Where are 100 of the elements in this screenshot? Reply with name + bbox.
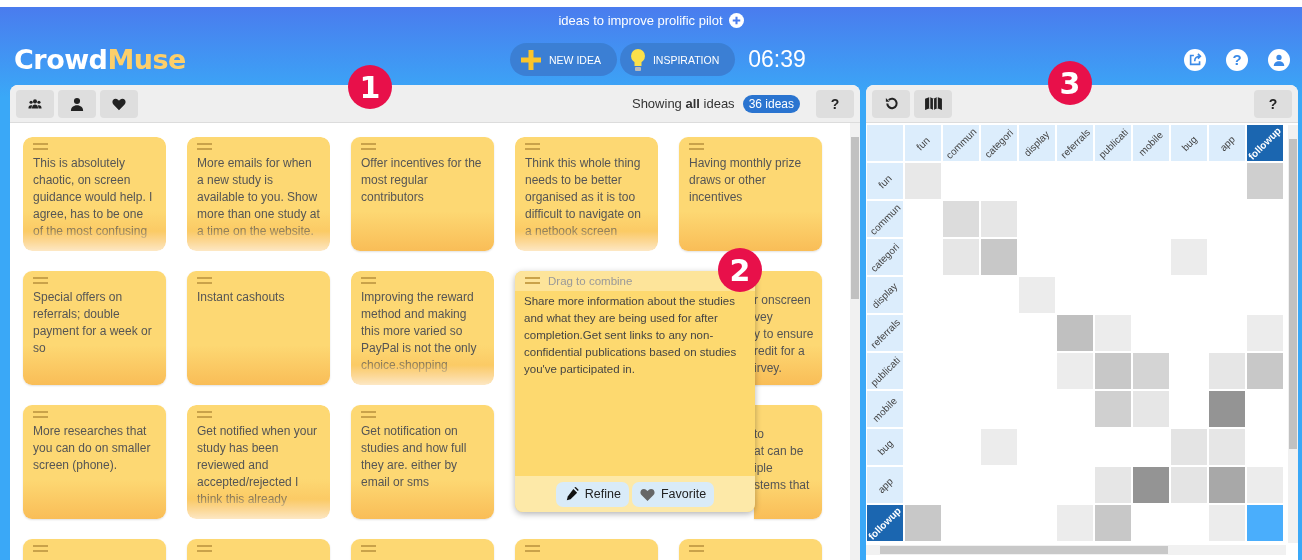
idea-text: Instant cashouts bbox=[197, 289, 286, 306]
drag-handle-icon[interactable] bbox=[525, 143, 540, 151]
scrollbar[interactable] bbox=[850, 123, 860, 560]
matrix-cell[interactable] bbox=[1171, 429, 1207, 465]
matrix-cell[interactable] bbox=[943, 201, 979, 237]
idea-count-badge: 36 ideas bbox=[742, 94, 800, 113]
corner-cell bbox=[867, 125, 903, 161]
idea-card[interactable]: Think this whole thing needs to be better organised as it is too difficult to navigate on a netbook screen bbox=[515, 137, 658, 251]
idea-card[interactable]: Get notified when your study has been reviewed and accepted/rejected I think this already bbox=[187, 405, 330, 519]
drag-handle-icon[interactable] bbox=[33, 545, 48, 553]
idea-text: Share more information about the studies and what they are being used for after completion.Get sent links to any non-confidential publications based on studies you've participated in. bbox=[523, 294, 738, 377]
matrix-cell[interactable] bbox=[1171, 467, 1207, 503]
idea-text: More emails for when a new study is available to you. Show more than one study at a time on the website. bbox=[197, 155, 320, 240]
help-button[interactable]: ? bbox=[1254, 89, 1292, 118]
column-label[interactable]: bug bbox=[1171, 125, 1207, 161]
matrix-cell[interactable] bbox=[1209, 353, 1245, 389]
idea-card[interactable]: Improving the reward method and making this more varied so PayPal is not the only choice.shopping bbox=[351, 271, 494, 385]
drag-handle-icon[interactable] bbox=[33, 143, 48, 151]
refine-button[interactable]: Refine bbox=[555, 481, 629, 507]
column-label[interactable]: app bbox=[1209, 125, 1245, 161]
matrix-cell[interactable] bbox=[943, 239, 979, 275]
drag-handle-icon[interactable] bbox=[361, 143, 376, 151]
matrix-cell[interactable] bbox=[981, 239, 1017, 275]
heart-icon bbox=[640, 486, 655, 502]
matrix-cell[interactable] bbox=[981, 201, 1017, 237]
filter-button[interactable] bbox=[16, 89, 54, 118]
idea-card[interactable]: Offer incentives for the most regular contributors bbox=[351, 137, 494, 251]
filter-button[interactable] bbox=[100, 89, 138, 118]
matrix-cell[interactable] bbox=[1057, 315, 1093, 351]
column-label[interactable]: fun bbox=[905, 125, 941, 161]
matrix-cell[interactable] bbox=[1247, 163, 1283, 199]
idea-text: Get notification on studies and how full they are. either by email or sms bbox=[361, 423, 468, 491]
idea-card[interactable]: Special offers on referrals; double payment for a week or so bbox=[23, 271, 166, 385]
drag-handle-icon[interactable] bbox=[525, 277, 540, 285]
undo-icon bbox=[883, 96, 899, 111]
matrix-cell[interactable] bbox=[1209, 467, 1245, 503]
project-title: ideas to improve prolific pilot bbox=[558, 13, 723, 28]
idea-card[interactable]: Get notification on studies and how full they are. either by email or sms bbox=[351, 405, 494, 519]
matrix-cell[interactable] bbox=[1095, 353, 1131, 389]
row-label[interactable]: fun bbox=[867, 163, 903, 199]
idea-text: to at can be iple stems that bbox=[754, 426, 811, 494]
drag-handle-icon[interactable] bbox=[689, 545, 704, 553]
matrix-cell[interactable] bbox=[1247, 505, 1283, 541]
help-button[interactable]: ? bbox=[816, 89, 854, 118]
idea-card[interactable]: Instant cashouts bbox=[187, 271, 330, 385]
idea-text: Think this whole thing needs to be better organised as it is too difficult to navigate on a netbook screen bbox=[525, 155, 642, 240]
scrollbar[interactable] bbox=[866, 545, 1286, 555]
heart-icon bbox=[112, 96, 126, 111]
matrix-cell[interactable] bbox=[1095, 467, 1131, 503]
matrix-cell[interactable] bbox=[1095, 505, 1131, 541]
scrollbar[interactable] bbox=[1288, 125, 1298, 543]
matrix-cell[interactable] bbox=[1209, 429, 1245, 465]
drag-handle-icon[interactable] bbox=[525, 545, 540, 553]
inspiration-button[interactable]: INSPIRATION bbox=[619, 43, 736, 76]
user-icon[interactable] bbox=[1268, 48, 1290, 71]
drag-handle-icon[interactable] bbox=[361, 545, 376, 553]
drag-handle-icon[interactable] bbox=[197, 411, 212, 419]
matrix-cell[interactable] bbox=[1133, 353, 1169, 389]
matrix-cell[interactable] bbox=[905, 505, 941, 541]
matrix-cell[interactable] bbox=[1133, 467, 1169, 503]
status-text: Showing all ideas bbox=[631, 96, 735, 111]
row-label[interactable]: bug bbox=[867, 429, 903, 465]
idea-text: Having monthly prize draws or other incentives bbox=[689, 155, 803, 206]
idea-card[interactable]: to at can be iple stems that bbox=[754, 405, 822, 519]
row-label[interactable]: app bbox=[867, 467, 903, 503]
user-icon bbox=[70, 96, 84, 111]
share-icon[interactable] bbox=[1184, 48, 1206, 71]
tool-button[interactable] bbox=[872, 89, 910, 118]
idea-card[interactable]: More emails for when a new study is available to you. Show more than one study at a time on the website. bbox=[187, 137, 330, 251]
drag-handle-icon[interactable] bbox=[33, 411, 48, 419]
idea-text: Offer incentives for the most regular contributors bbox=[361, 155, 483, 206]
idea-card[interactable]: More researches that you can do on smaller screen (phone). bbox=[23, 405, 166, 519]
help-icon[interactable]: ? bbox=[1226, 48, 1248, 71]
map-icon bbox=[922, 96, 944, 111]
favorite-button[interactable]: Favorite bbox=[632, 481, 715, 507]
idea-text: This is absolutely chaotic, on screen guidance would help. I agree, has to be one of the most confusing bbox=[33, 155, 154, 240]
lightbulb-icon bbox=[629, 47, 646, 72]
idea-text: Get notified when your study has been reviewed and accepted/rejected I think this already bbox=[197, 423, 319, 508]
matrix-cell[interactable] bbox=[1209, 391, 1245, 427]
add-icon[interactable] bbox=[728, 13, 744, 28]
idea-text: Special offers on referrals; double payment for a week or so bbox=[33, 289, 153, 357]
idea-card[interactable]: Having monthly prize draws or other incentives bbox=[679, 137, 822, 251]
idea-text: Improving the reward method and making this more varied so PayPal is not the only choice.shopping bbox=[361, 289, 478, 374]
matrix-cell[interactable] bbox=[1247, 353, 1283, 389]
matrix-cell[interactable] bbox=[1133, 391, 1169, 427]
drag-handle-icon[interactable] bbox=[197, 143, 212, 151]
tool-button[interactable] bbox=[914, 89, 952, 118]
filter-button[interactable] bbox=[58, 89, 96, 118]
drag-handle-icon[interactable] bbox=[197, 277, 212, 285]
drag-handle-icon[interactable] bbox=[361, 277, 376, 285]
matrix-cell[interactable] bbox=[1095, 391, 1131, 427]
new-idea-button[interactable]: NEW IDEA bbox=[510, 43, 617, 76]
drag-handle-icon[interactable] bbox=[197, 545, 212, 553]
app-logo: CrowdMuse bbox=[14, 44, 187, 75]
timer: 06:39 bbox=[748, 46, 806, 73]
drag-handle-icon[interactable] bbox=[361, 411, 376, 419]
drag-handle-icon[interactable] bbox=[33, 277, 48, 285]
drag-handle-icon[interactable] bbox=[689, 143, 704, 151]
idea-card[interactable]: This is absolutely chaotic, on screen guidance would help. I agree, has to be one of the most confusing bbox=[23, 137, 166, 251]
idea-text: More researches that you can do on smaller screen (phone). bbox=[33, 423, 152, 474]
